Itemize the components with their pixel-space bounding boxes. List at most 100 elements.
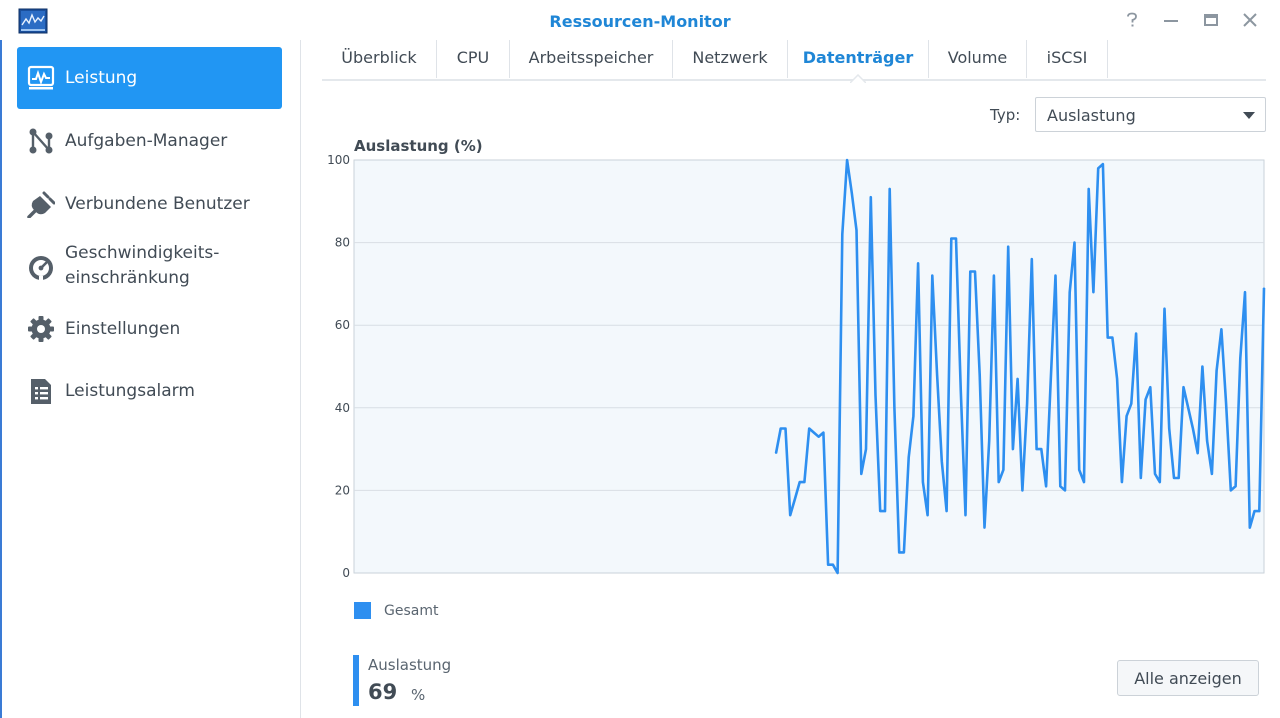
sidebar-item-verbundene-benutzer[interactable]: Verbundene Benutzer [17, 173, 282, 235]
speedometer-icon [26, 253, 56, 283]
data-point [888, 188, 891, 190]
sidebar-item-label: Aufgaben-Manager [65, 130, 228, 151]
data-point [789, 514, 791, 516]
summary-color-bar [353, 655, 359, 706]
tab-volume[interactable]: Volume [928, 40, 1026, 78]
data-point [1002, 469, 1005, 471]
data-point [997, 481, 1000, 483]
data-point [922, 481, 924, 483]
data-point [1092, 291, 1095, 293]
data-point [907, 456, 910, 459]
data-point [1149, 386, 1152, 388]
data-point [1102, 163, 1104, 165]
data-point [1012, 448, 1014, 450]
tab-datentraeger-label: Datenträger [802, 48, 914, 67]
title-bar: Ressourcen-Monitor [0, 0, 1280, 40]
sidebar-item-aufgaben-manager[interactable]: Aufgaben-Manager [17, 110, 282, 172]
data-point [1201, 365, 1204, 368]
legend-swatch-gesamt[interactable] [354, 602, 371, 619]
type-label: Typ: [990, 106, 1021, 124]
plug-icon [26, 189, 56, 219]
data-point [794, 497, 796, 500]
data-point [1106, 336, 1109, 339]
data-point [1140, 477, 1142, 479]
tab-arbeitsspeicher[interactable]: Arbeitsspeicher [509, 40, 672, 78]
data-point [803, 481, 806, 483]
maximize-icon[interactable] [1199, 8, 1223, 32]
data-point [950, 237, 953, 240]
data-point [1073, 241, 1076, 244]
sidebar-item-label: Leistungsalarm [65, 380, 195, 401]
data-point [1196, 452, 1199, 455]
data-point [1035, 448, 1038, 450]
data-point [1050, 378, 1052, 380]
sidebar-item-einstellungen[interactable]: Einstellungen [17, 298, 282, 360]
tab-netzwerk[interactable]: Netzwerk [672, 40, 787, 78]
data-point [808, 427, 810, 430]
data-point [941, 460, 943, 463]
data-point [1168, 427, 1170, 430]
data-point [1125, 415, 1128, 417]
data-point [936, 374, 938, 376]
plot-area [353, 159, 1265, 574]
sidebar-item-geschwindigkeitseinschraenkung[interactable]: Geschwindigkeits- einschränkung [17, 235, 282, 301]
type-select[interactable]: Auslastung [1035, 97, 1266, 132]
data-point [945, 510, 948, 512]
data-point [1187, 407, 1189, 409]
tab-ueberblick[interactable]: Überblick [322, 40, 436, 78]
data-point [1111, 336, 1114, 339]
data-point [817, 435, 820, 438]
y-tick-label: 40 [335, 401, 350, 415]
data-point [822, 431, 825, 434]
sidebar-item-leistung[interactable]: Leistung [17, 47, 282, 109]
show-all-button[interactable]: Alle anzeigen [1117, 660, 1259, 696]
data-point [960, 390, 962, 393]
data-point [1159, 481, 1161, 483]
data-point [1116, 378, 1118, 380]
tab-bar: Überblick CPU Arbeitsspeicher Netzwerk D… [322, 40, 1266, 83]
sidebar-item-leistungsalarm[interactable]: Leistungsalarm [17, 360, 282, 422]
data-point [779, 427, 782, 430]
gear-icon [26, 314, 56, 344]
y-tick-label: 60 [335, 318, 350, 332]
data-point [912, 415, 915, 417]
y-tick-label: 100 [327, 153, 350, 167]
data-point [879, 510, 881, 512]
data-point [836, 572, 839, 574]
summary-value: 69 [368, 680, 398, 704]
help-icon[interactable] [1120, 8, 1144, 32]
data-point [1239, 357, 1242, 359]
tab-iscsi[interactable]: iSCSI [1026, 40, 1108, 78]
data-point [964, 514, 967, 516]
data-point [784, 427, 787, 430]
data-point [841, 233, 844, 236]
data-point [860, 473, 863, 475]
data-point [1225, 402, 1227, 405]
sidebar-item-label: Verbundene Benutzer [65, 193, 250, 214]
data-point [1040, 448, 1043, 450]
data-point [1121, 481, 1123, 483]
data-point [1021, 489, 1024, 492]
sidebar-item-label-line1: Geschwindigkeits- [65, 243, 220, 263]
data-point [993, 274, 995, 277]
data-point [931, 274, 934, 277]
close-icon[interactable] [1238, 8, 1262, 32]
chevron-down-icon [1243, 112, 1255, 119]
data-point [851, 192, 853, 194]
legend-label-gesamt[interactable]: Gesamt [384, 603, 438, 619]
sidebar: Leistung Aufgaben-Manager Verbundene Ben… [2, 40, 301, 718]
data-point [832, 563, 834, 566]
tab-cpu[interactable]: CPU [436, 40, 509, 78]
data-point [1097, 167, 1099, 170]
data-point [1026, 402, 1028, 405]
data-point [1206, 440, 1208, 442]
tab-datentraeger[interactable]: Datenträger [787, 40, 928, 83]
data-point [917, 262, 919, 265]
data-point [1045, 485, 1047, 488]
minimize-icon[interactable] [1159, 8, 1183, 32]
data-point [1263, 287, 1265, 289]
data-point [884, 510, 886, 512]
data-point [1054, 274, 1057, 277]
data-point [926, 514, 929, 516]
data-point [1083, 481, 1085, 483]
